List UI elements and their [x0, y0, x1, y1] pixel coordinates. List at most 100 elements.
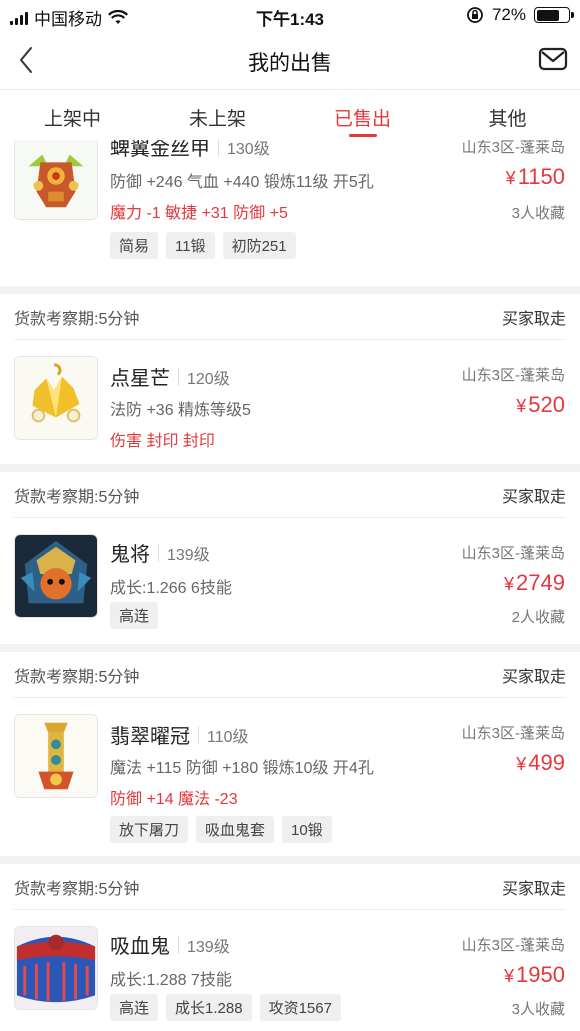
- card-header: 货款考察期:5分钟 买家取走: [14, 472, 566, 518]
- server-label: 山东3区-蓬莱岛: [461, 140, 565, 156]
- item-image: [14, 926, 98, 1010]
- list-item[interactable]: 蜱翼金丝甲 130级 山东3区-蓬莱岛 防御 +246 气血 +440 锻炼11…: [0, 140, 580, 286]
- payment-period: 货款考察期:5分钟: [14, 668, 140, 686]
- item-level: 130级: [227, 140, 270, 158]
- tag: 高连: [110, 602, 159, 629]
- tag: 10锻: [282, 816, 332, 843]
- section-divider: [0, 464, 580, 472]
- item-image: [14, 356, 98, 440]
- item-title: 点星芒 120级: [110, 362, 230, 391]
- item-image: [14, 714, 98, 798]
- tab-label: 上架中: [43, 109, 101, 130]
- separator: [218, 140, 219, 156]
- tag-list: 高连 成长1.288 攻资1567: [110, 994, 341, 1021]
- payment-period: 货款考察期:5分钟: [14, 880, 140, 898]
- status-right: 72%: [466, 5, 574, 25]
- section-divider: [0, 644, 580, 652]
- tag: 初防251: [222, 232, 296, 259]
- price-value: 520: [528, 392, 565, 417]
- favorites-count: 2人收藏: [511, 609, 565, 626]
- sold-list[interactable]: 蜱翼金丝甲 130级 山东3区-蓬莱岛 防御 +246 气血 +440 锻炼11…: [0, 140, 580, 1031]
- tag-list: 放下屠刀 吸血鬼套 10锻: [110, 816, 332, 843]
- item-level: 139级: [187, 938, 230, 956]
- message-button[interactable]: [538, 45, 568, 73]
- tag: 攻资1567: [259, 994, 341, 1021]
- tag: 成长1.288: [166, 994, 252, 1021]
- status-bar: 中国移动 下午1:43 72%: [0, 0, 580, 30]
- item-stats: 成长:1.288 7技能: [110, 972, 232, 989]
- active-tab-indicator: [348, 134, 377, 137]
- list-item[interactable]: 货款考察期:5分钟 买家取走 翡翠曜冠 110级 山东3区-蓬莱岛 魔法 +11…: [0, 652, 580, 858]
- item-level: 110级: [207, 728, 249, 746]
- tag: 放下屠刀: [110, 816, 189, 843]
- helmet-icon: [15, 715, 97, 797]
- server-label: 山东3区-蓬莱岛: [461, 367, 565, 384]
- payment-period: 货款考察期:5分钟: [14, 310, 140, 328]
- price-value: 499: [528, 750, 565, 775]
- tag-list: 高连: [110, 602, 159, 629]
- battery-icon: [534, 7, 574, 23]
- item-level: 139级: [167, 546, 210, 564]
- tab-label: 已售出: [333, 109, 391, 130]
- price-value: 2749: [516, 570, 565, 595]
- item-name: 蜱翼金丝甲: [110, 140, 210, 160]
- tab-sold[interactable]: 已售出: [290, 90, 435, 140]
- list-item[interactable]: 货款考察期:5分钟 买家取走 点星芒 120级 山东3区-蓬莱岛 法防 +36 …: [0, 294, 580, 464]
- tab-label: 其他: [488, 109, 527, 130]
- order-status: 买家取走: [501, 668, 566, 686]
- item-image: [14, 140, 98, 220]
- price-value: 1950: [516, 962, 565, 987]
- currency-symbol: ¥: [504, 966, 515, 986]
- separator: [178, 367, 179, 386]
- item-price: ¥2749: [504, 570, 565, 596]
- tab-on-shelf[interactable]: 上架中: [0, 90, 145, 140]
- item-attributes: 魔力 -1 敏捷 +31 防御 +5: [110, 205, 288, 222]
- item-price: ¥1150: [506, 164, 565, 190]
- item-stats: 成长:1.266 6技能: [110, 580, 232, 597]
- tab-not-listed[interactable]: 未上架: [145, 90, 290, 140]
- order-status: 买家取走: [501, 880, 566, 898]
- item-title: 蜱翼金丝甲 130级: [110, 140, 270, 161]
- order-status: 买家取走: [501, 310, 566, 328]
- currency-symbol: ¥: [505, 168, 516, 188]
- item-name: 翡翠曜冠: [110, 726, 190, 748]
- server-label: 山东3区-蓬莱岛: [461, 545, 565, 562]
- tag: 吸血鬼套: [196, 816, 275, 843]
- currency-symbol: ¥: [504, 574, 515, 594]
- page-title: 我的出售: [248, 52, 332, 75]
- item-stats: 法防 +36 精炼等级5: [110, 402, 251, 419]
- item-stats: 防御 +246 气血 +440 锻炼11级 开5孔: [110, 174, 374, 191]
- section-divider: [0, 286, 580, 294]
- list-item[interactable]: 货款考察期:5分钟 买家取走 鬼将 139级 山东3区-蓬莱岛 成长:1.266…: [0, 472, 580, 644]
- tag: 高连: [110, 994, 159, 1021]
- price-value: 1150: [517, 164, 565, 189]
- nav-bar: 我的出售: [0, 30, 580, 90]
- armor-icon: [15, 140, 97, 219]
- tag: 11锻: [166, 232, 215, 259]
- item-name: 点星芒: [110, 368, 170, 390]
- rotation-lock-icon: [467, 7, 483, 23]
- pet-icon: [15, 927, 97, 1009]
- tab-label: 未上架: [188, 109, 246, 130]
- tab-bar: 上架中 未上架 已售出 其他: [0, 90, 580, 140]
- tab-other[interactable]: 其他: [435, 90, 580, 140]
- tag-list: 简易 11锻 初防251: [110, 232, 296, 259]
- card-header: 货款考察期:5分钟 买家取走: [14, 652, 566, 698]
- item-title: 翡翠曜冠 110级: [110, 720, 249, 749]
- order-status: 买家取走: [501, 488, 566, 506]
- currency-symbol: ¥: [516, 754, 527, 774]
- favorites-count: 3人收藏: [511, 1001, 565, 1018]
- item-attributes: 伤害 封印 封印: [110, 433, 215, 450]
- item-image: [14, 534, 98, 618]
- currency-symbol: ¥: [516, 396, 527, 416]
- item-price: ¥520: [516, 392, 565, 418]
- section-divider: [0, 856, 580, 864]
- server-label: 山东3区-蓬莱岛: [461, 937, 565, 954]
- tag: 简易: [110, 232, 159, 259]
- list-item[interactable]: 货款考察期:5分钟 买家取走 吸血鬼 139级 山东3区-蓬莱岛 成长:1.28…: [0, 864, 580, 1031]
- separator: [178, 935, 179, 954]
- item-price: ¥499: [516, 750, 565, 776]
- item-title: 吸血鬼 139级: [110, 930, 230, 959]
- jewelry-icon: [15, 357, 97, 439]
- item-name: 鬼将: [110, 544, 150, 566]
